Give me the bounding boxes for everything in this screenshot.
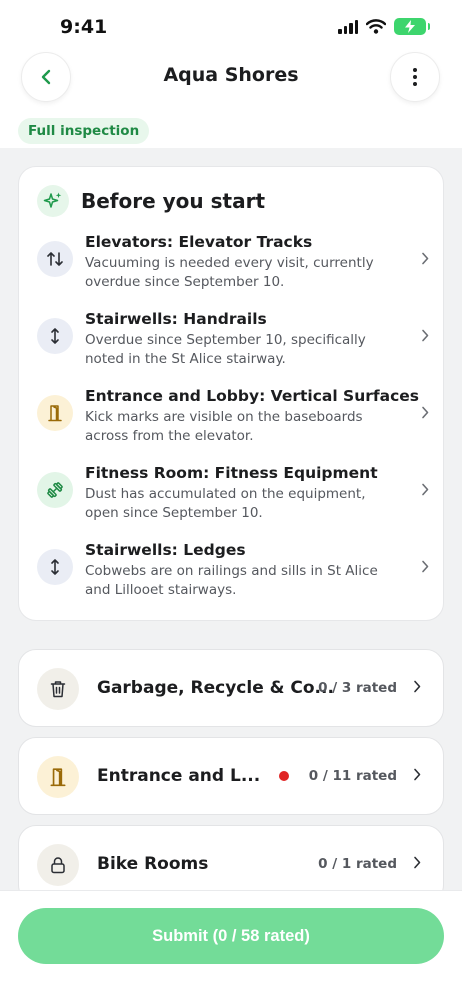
- inspection-type-badge: Full inspection: [18, 118, 150, 144]
- task-item[interactable]: Entrance and Lobby: Vertical Surfaces Ki…: [37, 387, 429, 457]
- chevron-right-icon: [422, 406, 429, 419]
- submit-button[interactable]: Submit (0 / 58 rated): [18, 908, 444, 964]
- more-options-button[interactable]: [390, 52, 440, 102]
- chevron-right-icon: [414, 768, 421, 781]
- dumbbell-icon: [37, 472, 73, 508]
- task-description: Dust has accumulated on the equipment, o…: [85, 486, 366, 521]
- door-icon: [37, 395, 73, 431]
- status-time: 9:41: [60, 16, 108, 38]
- section-name: Bike Rooms: [97, 854, 209, 874]
- battery-icon: [394, 18, 430, 35]
- arrow-vertical-icon: [37, 318, 73, 354]
- section-name: Entrance and L...: [97, 766, 261, 786]
- chevron-right-icon: [414, 680, 421, 693]
- more-vertical-icon: [413, 68, 417, 86]
- status-icons: [338, 18, 430, 35]
- task-title: Entrance and Lobby: Vertical Surfaces: [85, 387, 420, 405]
- badge-row: Full inspection: [18, 118, 150, 144]
- before-you-start-card: Before you start Elevators: Elevator Tra…: [18, 166, 444, 621]
- door-icon: [37, 756, 79, 798]
- task-description: Overdue since September 10, specifically…: [85, 332, 366, 367]
- signal-icon: [338, 19, 358, 34]
- section-rating-count: 0 / 1 rated: [318, 856, 397, 872]
- section-card-bike-rooms[interactable]: Bike Rooms 0 / 1 rated: [18, 825, 444, 890]
- task-item[interactable]: Elevators: Elevator Tracks Vacuuming is …: [37, 233, 429, 303]
- section-card-entrance[interactable]: Entrance and L... 0 / 11 rated: [18, 737, 444, 815]
- arrow-vertical-icon: [37, 549, 73, 585]
- task-title: Elevators: Elevator Tracks: [85, 233, 313, 251]
- task-description: Kick marks are visible on the baseboards…: [85, 409, 363, 444]
- arrows-up-down-icon: [37, 241, 73, 277]
- section-rating-count: 0 / 11 rated: [308, 768, 397, 784]
- status-bar: 9:41: [0, 0, 462, 52]
- sparkle-icon: [37, 185, 69, 217]
- section-rating-count: 0 / 3 rated: [318, 680, 397, 696]
- task-title: Stairwells: Handrails: [85, 310, 267, 328]
- task-item[interactable]: Fitness Room: Fitness Equipment Dust has…: [37, 464, 429, 534]
- trash-icon: [37, 668, 79, 710]
- footer-bar: Submit (0 / 58 rated): [0, 890, 462, 1000]
- chevron-right-icon: [422, 329, 429, 342]
- task-description: Cobwebs are on railings and sills in St …: [85, 563, 378, 598]
- task-description: Vacuuming is needed every visit, current…: [85, 255, 374, 290]
- task-item[interactable]: Stairwells: Ledges Cobwebs are on railin…: [37, 541, 429, 611]
- lock-icon: [37, 844, 79, 886]
- task-title: Fitness Room: Fitness Equipment: [85, 464, 378, 482]
- chevron-right-icon: [422, 560, 429, 573]
- before-you-start-title: Before you start: [81, 189, 266, 213]
- main-content[interactable]: Before you start Elevators: Elevator Tra…: [0, 148, 462, 890]
- alert-dot: [279, 771, 289, 781]
- section-card-garbage[interactable]: Garbage, Recycle & Co... 0 / 3 rated: [18, 649, 444, 727]
- chevron-right-icon: [414, 856, 421, 869]
- app-header: Aqua Shores: [0, 52, 462, 116]
- before-you-start-header: Before you start: [37, 185, 265, 217]
- task-item[interactable]: Stairwells: Handrails Overdue since Sept…: [37, 310, 429, 380]
- wifi-icon: [366, 19, 386, 34]
- chevron-right-icon: [422, 483, 429, 496]
- task-title: Stairwells: Ledges: [85, 541, 246, 559]
- chevron-right-icon: [422, 252, 429, 265]
- section-name: Garbage, Recycle & Co...: [97, 678, 334, 698]
